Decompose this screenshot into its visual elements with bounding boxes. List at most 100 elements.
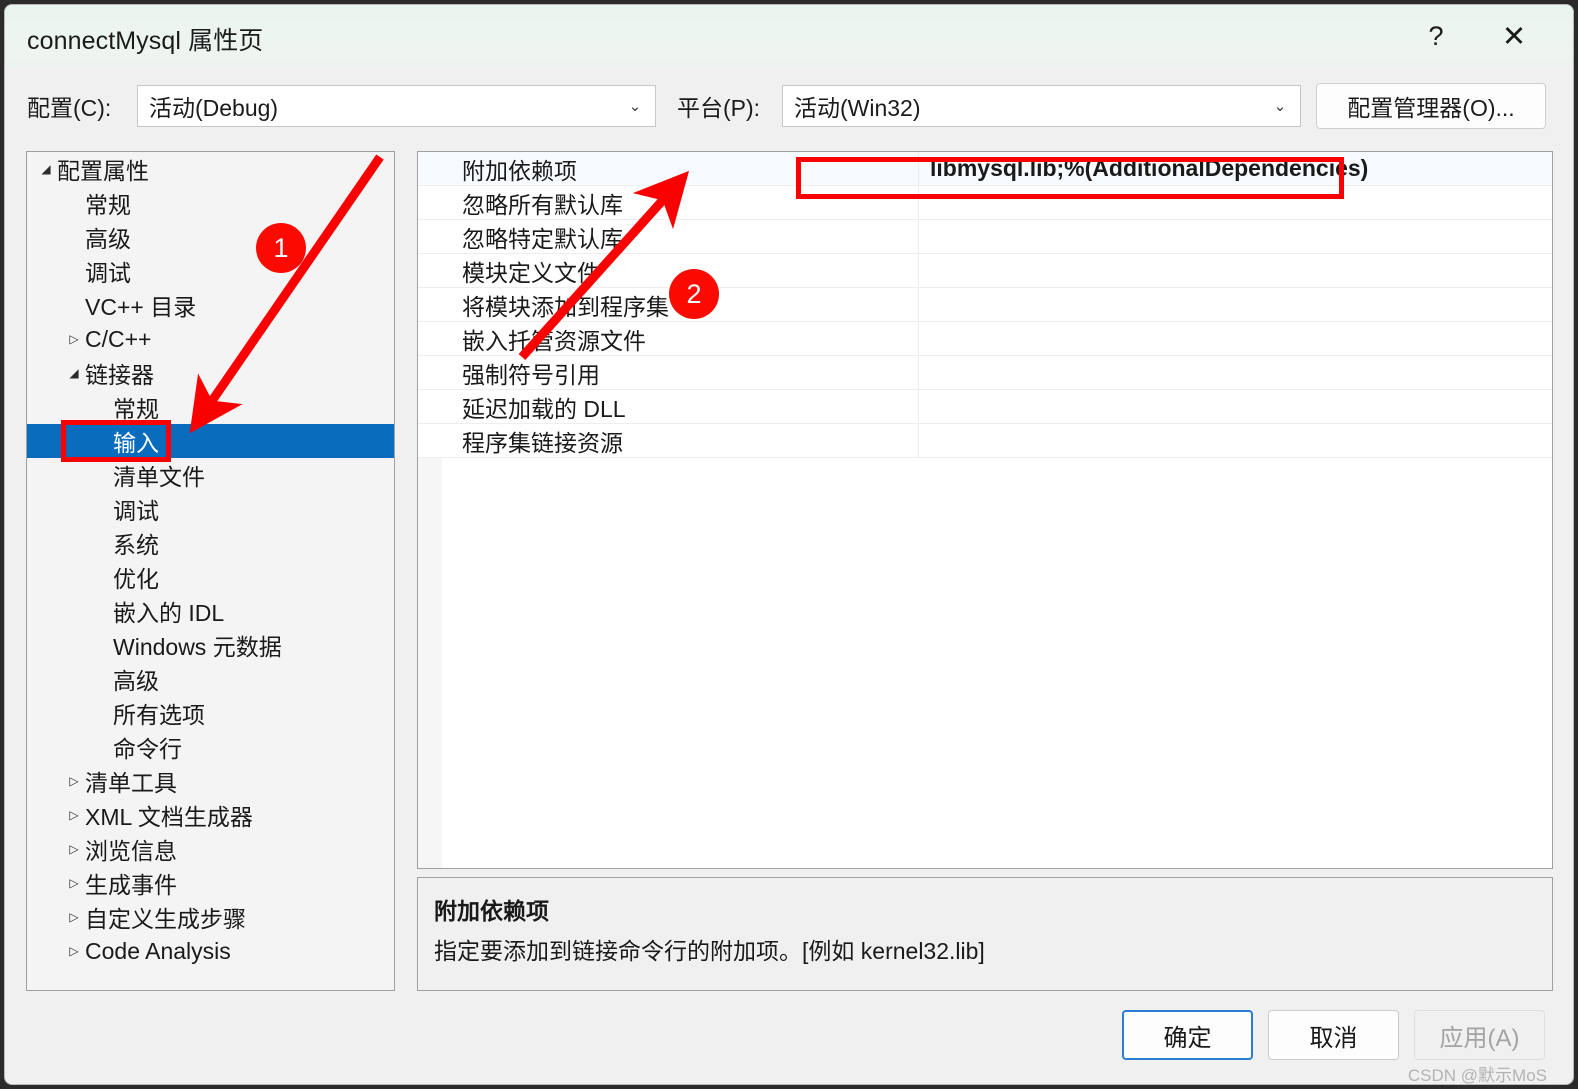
property-row[interactable]: 将模块添加到程序集	[418, 288, 1552, 322]
chevron-expanded-icon[interactable]: ◢	[63, 367, 85, 379]
chevron-down-icon: ⌄	[1273, 97, 1287, 115]
property-column-divider	[918, 356, 919, 389]
window-title: connectMysql 属性页	[27, 27, 264, 55]
watermark: CSDN @默示MoS	[1407, 1066, 1547, 1085]
tree-item-label: 所有选项	[113, 702, 205, 728]
tree-item-label: 输入	[113, 430, 159, 456]
property-column-divider	[918, 152, 919, 185]
chevron-collapsed-icon[interactable]: ▷	[63, 775, 85, 787]
tree-item-label: 调试	[113, 498, 159, 524]
property-name: 忽略特定默认库	[462, 225, 623, 252]
tree-item-label: 嵌入的 IDL	[113, 600, 225, 626]
property-name: 将模块添加到程序集	[462, 293, 669, 320]
tree-item-label: Code Analysis	[85, 937, 231, 964]
tree-item-0[interactable]: ◢ 配置属性	[27, 152, 394, 186]
chevron-collapsed-icon[interactable]: ▷	[63, 945, 85, 957]
configuration-bar: 配置(C): 活动(Debug) ⌄ 平台(P): 活动(Win32) ⌄ 配置…	[5, 67, 1573, 147]
tree-item-label: 高级	[113, 668, 159, 694]
property-row[interactable]: 程序集链接资源	[418, 424, 1552, 458]
property-column-divider	[918, 288, 919, 321]
tree-item-19[interactable]: ▷ XML 文档生成器	[27, 798, 394, 832]
cancel-button[interactable]: 取消	[1268, 1010, 1399, 1060]
chevron-collapsed-icon[interactable]: ▷	[63, 843, 85, 855]
description-panel: 附加依赖项 指定要添加到链接命令行的附加项。[例如 kernel32.lib]	[417, 877, 1553, 991]
description-body: 指定要添加到链接命令行的附加项。[例如 kernel32.lib]	[434, 938, 985, 964]
tree-item-11[interactable]: 系统	[27, 526, 394, 560]
tree-item-16[interactable]: 所有选项	[27, 696, 394, 730]
tree-item-label: 配置属性	[57, 158, 149, 184]
ok-button[interactable]: 确定	[1122, 1010, 1253, 1060]
description-title: 附加依赖项	[434, 898, 549, 924]
property-grid-rows: 附加依赖项 libmysql.lib;%(AdditionalDependenci…	[418, 152, 1552, 458]
tree-item-3[interactable]: 调试	[27, 254, 394, 288]
tree-item-label: C/C++	[85, 325, 152, 352]
tree-item-label: 命令行	[113, 736, 182, 762]
tree-item-label: 清单工具	[85, 770, 177, 796]
tree-item-label: 常规	[85, 192, 131, 218]
tree-item-8[interactable]: 输入	[27, 424, 394, 458]
tree-item-label: 自定义生成步骤	[85, 906, 246, 932]
chevron-down-icon: ⌄	[628, 97, 642, 115]
tree-item-15[interactable]: 高级	[27, 662, 394, 696]
help-icon[interactable]: ?	[1403, 5, 1469, 67]
tree-item-label: 高级	[85, 226, 131, 252]
property-column-divider	[918, 322, 919, 355]
apply-button: 应用(A)	[1414, 1010, 1545, 1060]
property-row[interactable]: 强制符号引用	[418, 356, 1552, 390]
close-icon[interactable]: ✕	[1481, 5, 1547, 67]
tree-item-label: 系统	[113, 532, 159, 558]
tree-item-6[interactable]: ◢ 链接器	[27, 356, 394, 390]
chevron-expanded-icon[interactable]: ◢	[35, 163, 57, 175]
tree-item-1[interactable]: 常规	[27, 186, 394, 220]
platform-select[interactable]: 活动(Win32) ⌄	[782, 85, 1301, 127]
configuration-label: 配置(C):	[27, 95, 112, 121]
chevron-collapsed-icon[interactable]: ▷	[63, 333, 85, 345]
tree-item-7[interactable]: 常规	[27, 390, 394, 424]
title-bar: connectMysql 属性页 ? ✕	[5, 5, 1573, 67]
property-column-divider	[918, 424, 919, 457]
tree-item-18[interactable]: ▷ 清单工具	[27, 764, 394, 798]
property-name: 强制符号引用	[462, 361, 600, 388]
tree-item-label: 优化	[113, 566, 159, 592]
property-value[interactable]: libmysql.lib;%(AdditionalDependencies)	[930, 152, 1368, 185]
tree-item-label: 生成事件	[85, 872, 177, 898]
tree-item-23[interactable]: ▷ Code Analysis	[27, 934, 394, 968]
tree-item-label: 调试	[85, 260, 131, 286]
property-grid[interactable]: 附加依赖项 libmysql.lib;%(AdditionalDependenci…	[417, 151, 1553, 869]
tree-item-20[interactable]: ▷ 浏览信息	[27, 832, 394, 866]
tree-item-label: 链接器	[85, 362, 154, 388]
property-row[interactable]: 附加依赖项 libmysql.lib;%(AdditionalDependenci…	[418, 152, 1552, 186]
property-column-divider	[918, 390, 919, 423]
tree-item-12[interactable]: 优化	[27, 560, 394, 594]
property-row[interactable]: 嵌入托管资源文件	[418, 322, 1552, 356]
chevron-collapsed-icon[interactable]: ▷	[63, 877, 85, 889]
tree-item-10[interactable]: 调试	[27, 492, 394, 526]
property-name: 嵌入托管资源文件	[462, 327, 646, 354]
tree-item-13[interactable]: 嵌入的 IDL	[27, 594, 394, 628]
tree-item-21[interactable]: ▷ 生成事件	[27, 866, 394, 900]
configuration-manager-button[interactable]: 配置管理器(O)...	[1316, 83, 1546, 129]
property-name: 附加依赖项	[462, 157, 577, 184]
tree-item-17[interactable]: 命令行	[27, 730, 394, 764]
property-row[interactable]: 忽略所有默认库	[418, 186, 1552, 220]
property-pages-dialog: connectMysql 属性页 ? ✕ 配置(C): 活动(Debug) ⌄ …	[4, 4, 1574, 1085]
property-name: 忽略所有默认库	[462, 191, 623, 218]
tree-item-4[interactable]: VC++ 目录	[27, 288, 394, 322]
tree-item-label: VC++ 目录	[85, 294, 197, 320]
tree-item-22[interactable]: ▷ 自定义生成步骤	[27, 900, 394, 934]
tree-item-2[interactable]: 高级	[27, 220, 394, 254]
tree-item-14[interactable]: Windows 元数据	[27, 628, 394, 662]
property-row[interactable]: 延迟加载的 DLL	[418, 390, 1552, 424]
configuration-value: 活动(Debug)	[149, 95, 279, 121]
property-row[interactable]: 忽略特定默认库	[418, 220, 1552, 254]
tree-item-label: 浏览信息	[85, 838, 177, 864]
tree-item-9[interactable]: 清单文件	[27, 458, 394, 492]
chevron-collapsed-icon[interactable]: ▷	[63, 911, 85, 923]
tree-item-label: 常规	[113, 396, 159, 422]
tree-item-5[interactable]: ▷ C/C++	[27, 322, 394, 356]
configuration-tree[interactable]: ◢ 配置属性 常规 高级 调试 VC++ 目录 ▷ C/C++ ◢ 链接器 常规 输入 清单文件 调试 系统…	[26, 151, 395, 991]
property-row[interactable]: 模块定义文件	[418, 254, 1552, 288]
platform-value: 活动(Win32)	[794, 95, 921, 121]
chevron-collapsed-icon[interactable]: ▷	[63, 809, 85, 821]
configuration-select[interactable]: 活动(Debug) ⌄	[137, 85, 656, 127]
